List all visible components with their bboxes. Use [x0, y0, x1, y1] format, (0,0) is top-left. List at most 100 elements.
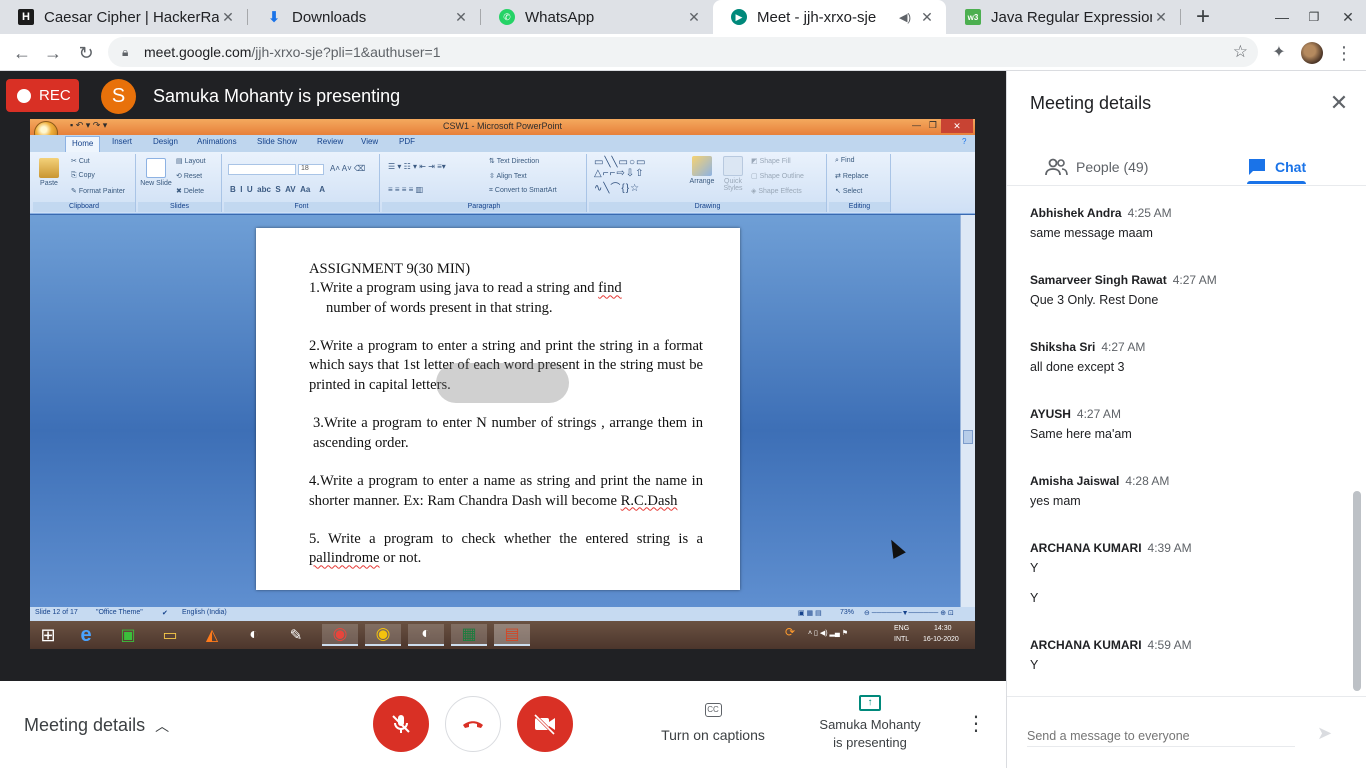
align-text-button[interactable]: ⇳ Align Text	[489, 172, 527, 180]
tray-icons[interactable]: ˄ ▯ ◀) ▂▄ ⚑	[808, 629, 848, 637]
chat-scrollbar-thumb[interactable]	[1353, 491, 1361, 691]
paste-button[interactable]: Paste	[35, 158, 63, 187]
tab-whatsapp[interactable]: ✆ WhatsApp ✕	[481, 0, 713, 34]
forward-button[interactable]: →	[40, 40, 66, 66]
zoom-level[interactable]: 73%	[840, 609, 854, 616]
update-icon[interactable]: ⟳	[785, 625, 795, 639]
quick-access-toolbar[interactable]: ▪ ↶ ▾ ↷ ▾	[70, 120, 107, 131]
close-tab-icon[interactable]: ✕	[219, 9, 237, 26]
store-icon[interactable]: ▣	[110, 624, 146, 646]
leave-call-button[interactable]	[445, 696, 501, 752]
shape-effects-button[interactable]: ◈ Shape Effects	[751, 187, 802, 195]
close-window-button[interactable]: ✕	[1332, 0, 1364, 34]
font-format-icons[interactable]: B I U abc S AV Aa A	[230, 185, 325, 194]
ppt-minimize-icon[interactable]: —	[912, 120, 921, 130]
editor-icon[interactable]: ✎	[278, 624, 314, 646]
ppt-restore-icon[interactable]: ❐	[929, 120, 937, 131]
excel-icon[interactable]: ▦	[451, 624, 487, 646]
tab-chat[interactable]: Chat	[1247, 149, 1306, 185]
spellcheck-icon[interactable]: ✔	[162, 609, 168, 617]
ppt-close-icon[interactable]: ✕	[941, 119, 973, 133]
copy-button[interactable]: ⎘ Copy	[71, 172, 95, 180]
tab-hackerrank[interactable]: H Caesar Cipher | HackerRa ✕	[0, 0, 247, 34]
view-buttons[interactable]: ▣ ▦ ▤	[798, 609, 822, 617]
address-bar[interactable]: 🔒︎ meet.google.com/jjh-xrxo-sje?pli=1&au…	[108, 37, 1258, 67]
tab-downloads[interactable]: ⬇ Downloads ✕	[248, 0, 480, 34]
close-tab-icon[interactable]: ✕	[452, 9, 470, 26]
zoom-slider[interactable]: ⊖ ──────▼────── ⊕ ⊡	[864, 609, 954, 617]
ribbon-tab-review[interactable]: Review	[317, 137, 343, 146]
captions-button[interactable]: CC Turn on captions	[650, 703, 776, 743]
format-painter-button[interactable]: ✎ Format Painter	[71, 187, 125, 195]
cut-button[interactable]: ✂ Cut	[71, 157, 90, 165]
chat-message-input[interactable]	[1027, 725, 1295, 747]
close-panel-icon[interactable]: ✕	[1327, 91, 1351, 115]
tab-w3schools[interactable]: w3 Java Regular Expressions ✕	[947, 0, 1180, 34]
language-indicator[interactable]: ENG	[894, 625, 909, 632]
close-tab-icon[interactable]: ✕	[685, 9, 703, 26]
ribbon-tab-animations[interactable]: Animations	[197, 137, 237, 146]
shape-outline-button[interactable]: ▢ Shape Outline	[751, 172, 804, 180]
eclipse-icon[interactable]: ◐	[236, 624, 272, 646]
language-label[interactable]: English (India)	[182, 609, 227, 616]
slide-text-box[interactable]: ASSIGNMENT 9(30 MIN) 1.Write a program u…	[309, 260, 703, 588]
ribbon-tab-slide-show[interactable]: Slide Show	[257, 137, 297, 146]
ribbon-tab-home[interactable]: Home	[65, 136, 101, 152]
minimize-window-button[interactable]: —	[1266, 0, 1298, 34]
close-tab-icon[interactable]: ✕	[1152, 9, 1170, 26]
tray-clock[interactable]: 14:30	[934, 625, 952, 632]
bookmark-star-icon[interactable]: ☆	[1233, 42, 1248, 62]
windows-start-icon[interactable]: ⊞	[30, 624, 66, 646]
font-size-box[interactable]: 18	[298, 164, 324, 175]
select-button[interactable]: ↖ Select	[835, 187, 862, 195]
font-grow-icon[interactable]: A˄ A˅ ⌫	[330, 164, 365, 173]
internet-explorer-icon[interactable]: e	[68, 624, 104, 646]
bullets-icons[interactable]: ☰ ▾ ☷ ▾ ⇤ ⇥ ≡▾	[388, 162, 446, 171]
matlab-icon[interactable]: ◭	[194, 624, 230, 646]
quick-styles-button[interactable]: Quick Styles	[719, 156, 747, 192]
send-icon[interactable]: ➤	[1317, 723, 1332, 744]
profile-avatar[interactable]	[1301, 42, 1323, 64]
tab-people[interactable]: People (49)	[1044, 149, 1148, 185]
help-icon[interactable]: ?	[962, 137, 966, 146]
close-tab-icon[interactable]: ✕	[918, 9, 936, 26]
new-slide-button[interactable]: New Slide	[140, 158, 172, 187]
reset-button[interactable]: ⟲ Reset	[176, 172, 202, 180]
ppt-vertical-scrollbar[interactable]	[960, 215, 975, 607]
tab-meet[interactable]: ▶ Meet - jjh-xrxo-sje ◀) ✕	[713, 0, 946, 34]
camera-off-button[interactable]	[517, 696, 573, 752]
current-slide[interactable]: ASSIGNMENT 9(30 MIN) 1.Write a program u…	[256, 228, 740, 590]
chrome-icon[interactable]: ◉	[365, 624, 401, 646]
find-button[interactable]: ⌕ Find	[835, 157, 855, 165]
shape-fill-button[interactable]: ◩ Shape Fill	[751, 157, 791, 165]
shapes-gallery[interactable]: ▭╲╲▭○▭ △⌐⌐⇨⇩⇧ ∿╲⌒{}☆	[594, 157, 646, 194]
alignment-icons[interactable]: ≡ ≡ ≡ ≡ ▥	[388, 185, 423, 194]
arrange-button[interactable]: Arrange	[687, 156, 717, 185]
back-button[interactable]: ←	[9, 40, 35, 66]
mic-off-button[interactable]	[373, 696, 429, 752]
delete-slide-button[interactable]: ✖ Delete	[176, 187, 204, 195]
smartart-button[interactable]: ⌗ Convert to SmartArt	[489, 187, 557, 195]
text-direction-button[interactable]: ⇅ Text Direction	[489, 157, 539, 165]
ppt-scroll-thumb[interactable]	[963, 430, 973, 444]
layout-button[interactable]: ▤ Layout	[176, 157, 206, 165]
new-tab-button[interactable]: +	[1190, 4, 1216, 30]
restore-window-button[interactable]: ❐	[1298, 0, 1330, 34]
presenting-button[interactable]: ↑ Samuka Mohanty is presenting	[800, 695, 940, 752]
ribbon-tab-pdf[interactable]: PDF	[399, 137, 415, 146]
ribbon-tab-design[interactable]: Design	[153, 137, 178, 146]
font-name-box[interactable]	[228, 164, 296, 175]
ribbon-tab-view[interactable]: View	[361, 137, 378, 146]
reload-button[interactable]: ↻	[73, 40, 99, 66]
extensions-puzzle-icon[interactable]: ✦	[1268, 42, 1290, 64]
replace-button[interactable]: ⇄ Replace	[835, 172, 869, 180]
more-options-icon[interactable]: ⋮	[966, 711, 986, 736]
chrome-icon[interactable]: ◉	[322, 624, 358, 646]
eclipse-icon[interactable]: ◐	[408, 624, 444, 646]
browser-menu-icon[interactable]: ⋮	[1333, 42, 1355, 64]
powerpoint-icon[interactable]: ▤	[494, 624, 530, 646]
chat-message-list[interactable]: Abhishek Andra 4:25 AM same message maam …	[1007, 187, 1352, 694]
meeting-details-toggle[interactable]: Meeting details ︿	[24, 715, 169, 736]
ribbon-tab-insert[interactable]: Insert	[112, 137, 132, 146]
file-explorer-icon[interactable]: ▭	[152, 624, 188, 646]
